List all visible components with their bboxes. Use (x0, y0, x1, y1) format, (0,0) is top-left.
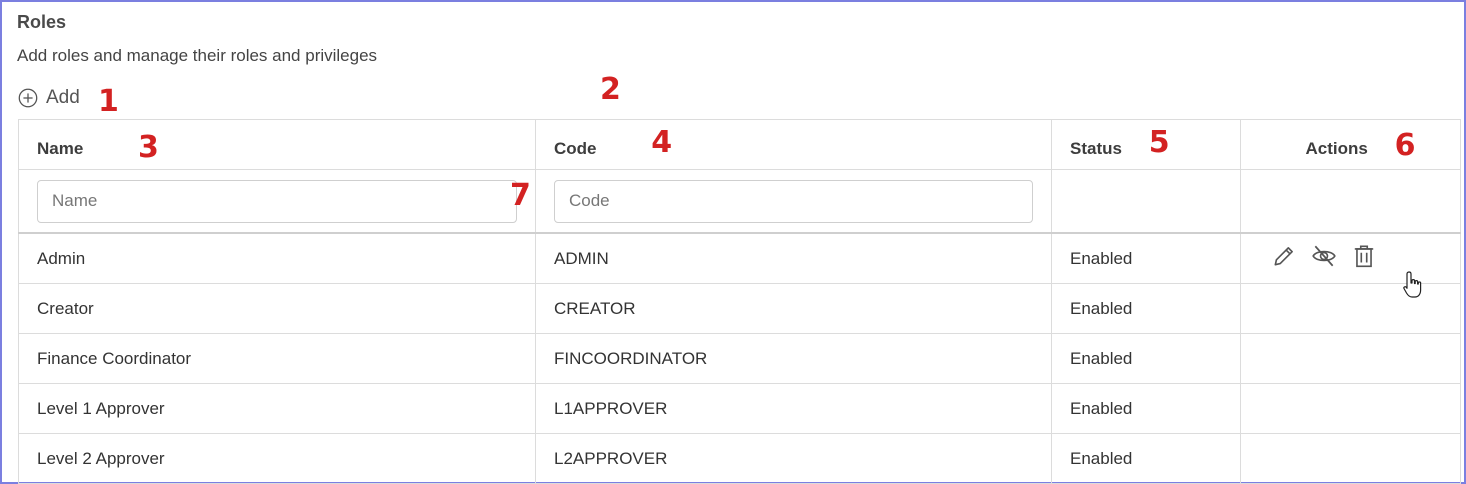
annotation-marker-2: 2 (600, 72, 621, 107)
filter-row (18, 169, 1461, 234)
role-actions-cell (1240, 232, 1461, 284)
role-name-cell: Level 1 Approver (18, 383, 536, 434)
actions-filter-cell (1240, 169, 1461, 234)
add-role-label: Add (46, 87, 80, 108)
table-row[interactable]: Creator CREATOR Enabled (18, 283, 1461, 334)
role-code-cell: ADMIN (535, 232, 1052, 284)
annotation-marker-5: 5 (1148, 125, 1170, 160)
name-filter-cell (18, 169, 536, 234)
roles-panel: Roles Add roles and manage their roles a… (0, 0, 1466, 484)
column-header-actions-label: Actions (1305, 139, 1368, 158)
trash-icon[interactable] (1351, 243, 1377, 269)
column-header-status-label: Status (1070, 139, 1122, 158)
annotation-marker-3: 3 (138, 130, 159, 165)
role-name-cell: Finance Coordinator (18, 333, 536, 384)
roles-table: Name 3 Code 4 Status 5 Actions 6 Name Co… (18, 119, 1461, 484)
hand-pointer-cursor-icon (1403, 271, 1422, 298)
column-header-status[interactable]: Status 5 (1051, 119, 1241, 170)
table-header-row: Name 3 Code 4 Status 5 Actions 6 (18, 119, 1461, 170)
column-header-actions: Actions 6 (1240, 119, 1461, 170)
role-status-cell: Enabled (1051, 383, 1241, 434)
name-filter-input[interactable] (37, 179, 517, 223)
role-name-cell: Creator (18, 283, 536, 334)
annotation-marker-4: 4 (651, 125, 673, 160)
role-status-cell: Enabled (1051, 333, 1241, 384)
role-code-cell: FINCOORDINATOR (535, 333, 1052, 384)
column-header-code-label: Code (554, 139, 597, 158)
role-status-cell: Enabled (1051, 433, 1241, 484)
role-code-cell: L1APPROVER (535, 383, 1052, 434)
table-row[interactable]: Level 1 Approver L1APPROVER Enabled (18, 383, 1461, 434)
code-filter-input[interactable] (554, 179, 1033, 223)
status-filter-cell (1051, 169, 1241, 234)
role-actions-cell (1240, 433, 1461, 484)
column-header-name-label: Name (37, 139, 84, 158)
role-actions-cell (1240, 383, 1461, 434)
role-name-cell: Level 2 Approver (18, 433, 536, 484)
role-code-cell: L2APPROVER (535, 433, 1052, 484)
role-status-cell: Enabled (1051, 283, 1241, 334)
code-filter-cell (535, 169, 1052, 234)
column-header-name[interactable]: Name 3 (18, 119, 536, 170)
page-subtitle: Add roles and manage their roles and pri… (17, 46, 378, 65)
column-header-code[interactable]: Code 4 (535, 119, 1052, 170)
role-actions-cell (1240, 283, 1461, 334)
annotation-marker-1: 1 (98, 84, 119, 119)
plus-circle-icon (18, 88, 38, 108)
eye-off-icon[interactable] (1311, 243, 1337, 269)
table-row[interactable]: Finance Coordinator FINCOORDINATOR Enabl… (18, 333, 1461, 384)
annotation-marker-6: 6 (1394, 128, 1416, 163)
role-code-cell: CREATOR (535, 283, 1052, 334)
page-title: Roles (17, 12, 67, 32)
role-name-cell: Admin (18, 232, 536, 284)
annotation-marker-7: 7 (510, 178, 531, 213)
role-status-cell: Enabled (1051, 232, 1241, 284)
role-actions-cell (1240, 333, 1461, 384)
table-row[interactable]: Level 2 Approver L2APPROVER Enabled (18, 433, 1461, 484)
table-row[interactable]: Admin ADMIN Enabled (18, 232, 1461, 284)
pencil-icon[interactable] (1271, 243, 1297, 269)
add-role-button[interactable]: Add (17, 84, 80, 112)
